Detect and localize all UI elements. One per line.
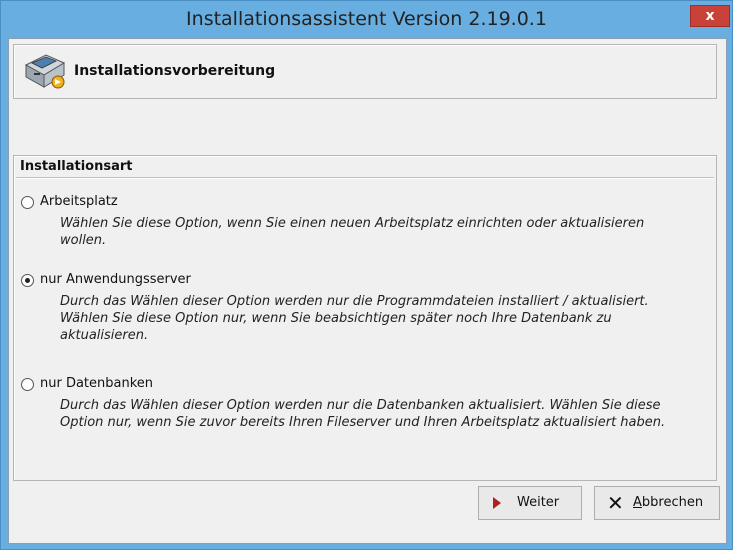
next-button-label: Weiter xyxy=(517,495,560,510)
radio-nur-datenbanken[interactable] xyxy=(21,378,34,391)
close-button[interactable]: x xyxy=(690,5,730,27)
option-description: Durch das Wählen dieser Option werden nu… xyxy=(60,294,649,343)
installer-window: Installationsassistent Version 2.19.0.1 … xyxy=(0,0,733,550)
cancel-button[interactable]: ✕ Abbrechen xyxy=(594,486,720,520)
header-title: Installationsvorbereitung xyxy=(74,63,276,79)
next-button[interactable]: Weiter xyxy=(478,486,582,520)
close-icon: x xyxy=(705,8,715,24)
option-description: Wählen Sie diese Option, wenn Sie einen … xyxy=(60,216,645,248)
group-divider xyxy=(16,177,714,179)
radio-nur-anwendungsserver[interactable] xyxy=(21,274,34,287)
cancel-button-label: Abbrechen xyxy=(633,487,703,519)
option-description: Durch das Wählen dieser Option werden nu… xyxy=(60,398,666,430)
window-title: Installationsassistent Version 2.19.0.1 xyxy=(186,8,547,30)
dialog-client-area: Installationsvorbereitung Installationsa… xyxy=(8,38,727,544)
group-title: Installationsart xyxy=(20,159,133,174)
option-label[interactable]: nur Datenbanken xyxy=(40,376,153,391)
cancel-label-rest: bbrechen xyxy=(641,495,704,510)
radio-arbeitsplatz[interactable] xyxy=(21,196,34,209)
play-arrow-icon xyxy=(493,497,501,509)
x-icon: ✕ xyxy=(607,491,624,515)
header-panel: Installationsvorbereitung xyxy=(13,44,717,99)
option-label[interactable]: nur Anwendungsserver xyxy=(40,272,191,287)
installer-computer-icon xyxy=(24,54,66,89)
installation-type-group: Installationsart Arbeitsplatz Wählen Sie… xyxy=(13,155,717,481)
option-label[interactable]: Arbeitsplatz xyxy=(40,194,118,209)
cancel-mnemonic: A xyxy=(633,495,642,510)
